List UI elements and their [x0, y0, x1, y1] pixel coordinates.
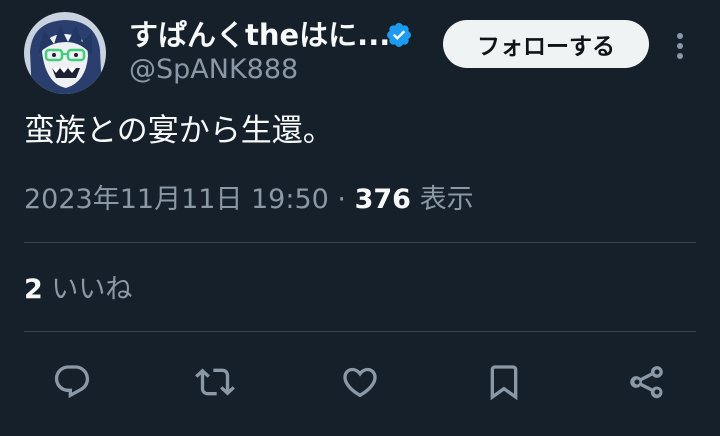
- meta-separator: ·: [337, 184, 347, 215]
- likes-label: いいね: [51, 274, 133, 305]
- divider: [24, 242, 696, 243]
- likes-count: 2: [24, 274, 43, 305]
- anime-avatar-icon: [24, 12, 106, 94]
- divider: [24, 331, 696, 332]
- tweet-detail: すぱんくtheはに... @SpANK888 フォローする 蛮族との宴から生還。…: [0, 0, 720, 436]
- like-button[interactable]: [336, 358, 384, 406]
- verified-badge-icon: [387, 23, 411, 47]
- avatar[interactable]: [24, 12, 106, 94]
- retweet-button[interactable]: [191, 358, 239, 406]
- follow-button[interactable]: フォローする: [443, 20, 649, 68]
- heart-icon: [343, 367, 377, 398]
- views-label: 表示: [419, 184, 474, 215]
- bookmark-icon: [490, 365, 518, 401]
- reply-icon: [54, 365, 90, 399]
- reply-button[interactable]: [48, 358, 96, 406]
- author-display-name[interactable]: すぱんくtheはに...: [129, 16, 390, 54]
- share-icon: [630, 366, 663, 399]
- bookmark-button[interactable]: [480, 358, 528, 406]
- tweet-text: 蛮族との宴から生還。: [24, 113, 334, 149]
- more-vertical-icon[interactable]: [664, 26, 696, 66]
- likes-link[interactable]: 2 いいね: [24, 270, 132, 310]
- views-count: 376: [354, 184, 411, 215]
- tweet-timestamp[interactable]: 2023年11月11日 19:50: [24, 184, 329, 215]
- share-button[interactable]: [623, 358, 671, 406]
- retweet-icon: [195, 368, 235, 396]
- author-handle[interactable]: @SpANK888: [129, 54, 298, 86]
- tweet-meta: 2023年11月11日 19:50 · 376 表示: [24, 180, 474, 220]
